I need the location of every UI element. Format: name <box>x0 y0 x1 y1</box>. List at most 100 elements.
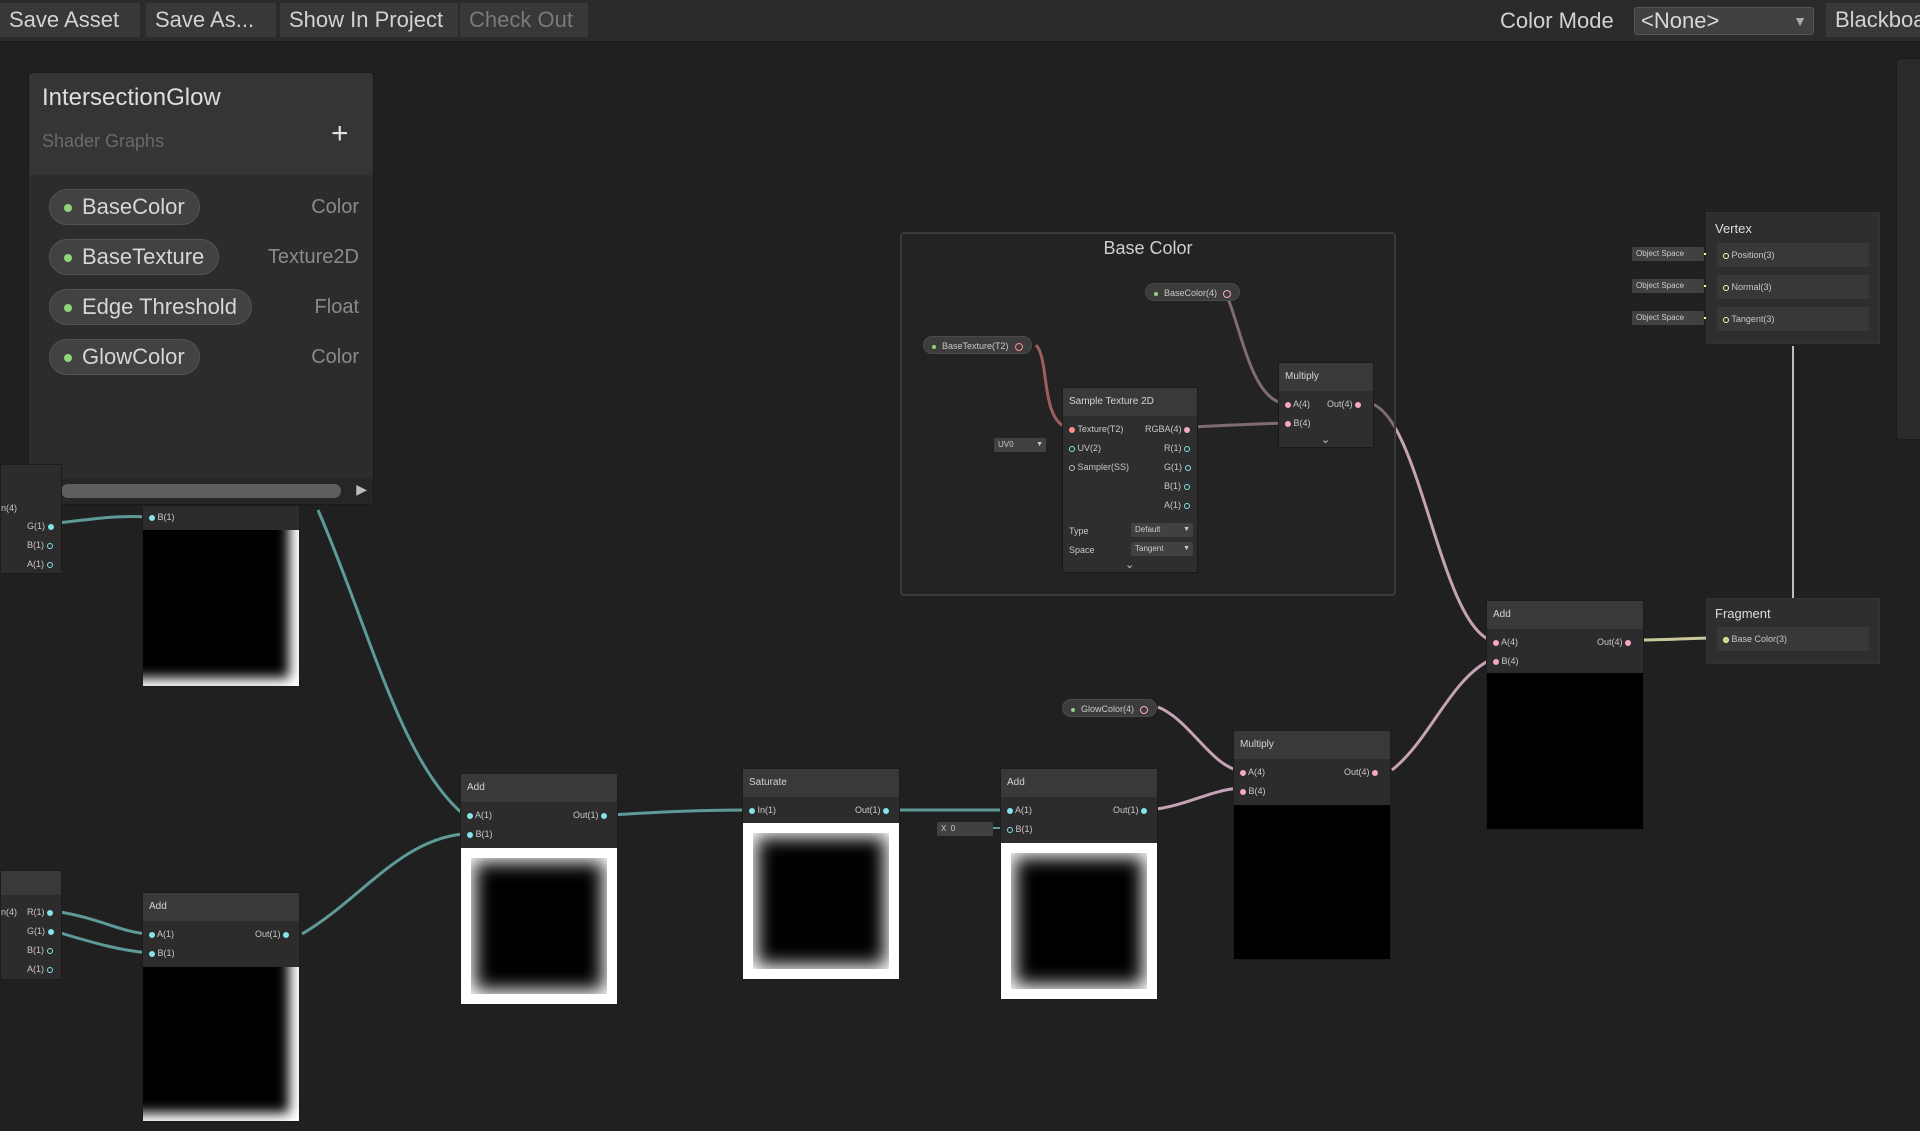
port-dot-icon <box>467 812 473 819</box>
port-a[interactable]: A(1) <box>27 559 53 569</box>
port-g[interactable]: G(1) <box>1164 462 1191 472</box>
port-dot-icon <box>601 812 608 819</box>
port-out[interactable]: Out(1) <box>855 805 890 815</box>
sample-texture-2d-node[interactable]: Sample Texture 2D Texture(T2) UV(2) Samp… <box>1062 387 1198 573</box>
scrollbar-thumb[interactable] <box>61 484 341 498</box>
property-name: BaseColor <box>82 194 185 219</box>
exposed-dot-icon <box>1071 707 1075 712</box>
horizontal-scrollbar[interactable]: ◀ ▶ <box>29 478 373 504</box>
property-type: Texture2D <box>267 246 359 268</box>
add-node-final[interactable]: Add A(4) B(4) Out(4) <box>1486 600 1644 830</box>
type-label: Type <box>1069 526 1089 536</box>
port-a[interactable]: A(1) <box>149 929 174 939</box>
add-node-bottom-left[interactable]: Add A(1) B(1) Out(1) <box>142 892 300 1122</box>
blackboard-title: IntersectionGlow <box>42 84 221 111</box>
add-property-button[interactable]: + <box>331 117 349 151</box>
port-r[interactable]: R(1) <box>1164 443 1191 453</box>
port-out[interactable]: Out(4) <box>1344 767 1379 777</box>
property-row-glowcolor[interactable]: GlowColor Color <box>49 339 359 375</box>
add-node-middle[interactable]: Add A(1) B(1) Out(1) <box>460 773 618 1005</box>
port-out[interactable]: Out(4) <box>1327 399 1362 409</box>
port-uv[interactable]: UV(2) <box>1069 443 1101 453</box>
base-color-block[interactable]: Base Color(3) <box>1717 627 1869 651</box>
chevron-down-icon: ▼ <box>1183 526 1190 533</box>
property-row-basecolor[interactable]: BaseColor Color <box>49 189 359 225</box>
position-block[interactable]: Position(3) <box>1717 243 1869 267</box>
port-sampler[interactable]: Sampler(SS) <box>1069 462 1129 472</box>
port-out[interactable]: Out(1) <box>573 810 608 820</box>
space-dropdown[interactable]: Tangent ▼ <box>1131 542 1193 556</box>
port-a[interactable]: A(4) <box>1285 399 1310 409</box>
split-node-top-partial[interactable]: n(4) G(1) B(1) A(1) <box>0 464 62 574</box>
basetexture-property-node[interactable]: BaseTexture(T2) <box>923 336 1032 354</box>
property-pill[interactable]: GlowColor <box>49 339 200 375</box>
port-dot-icon <box>1723 636 1729 643</box>
property-name: GlowColor <box>82 344 185 369</box>
node-preview <box>143 530 299 686</box>
fragment-stack[interactable]: Fragment Base Color(3) <box>1706 598 1880 664</box>
port-b[interactable]: B(1) <box>467 829 493 839</box>
port-in[interactable]: In(1) <box>749 805 776 815</box>
port-b[interactable]: B(1) <box>149 512 175 522</box>
port-rgba[interactable]: RGBA(4) <box>1145 424 1191 434</box>
basecolor-property-node[interactable]: BaseColor(4) <box>1145 283 1241 301</box>
property-pill[interactable]: BaseColor <box>49 189 200 225</box>
port-b[interactable]: B(4) <box>1240 786 1266 796</box>
exposed-dot-icon <box>64 204 72 212</box>
object-space-tangent[interactable]: Object Space <box>1632 311 1704 325</box>
graph-inspector-panel-partial[interactable] <box>1896 58 1920 440</box>
port-dot-icon <box>47 523 54 530</box>
port-a[interactable]: A(1) <box>1164 500 1190 510</box>
node-partial-top-left[interactable]: B(1) <box>142 505 300 687</box>
node-preview <box>1001 843 1157 999</box>
port-a[interactable]: A(4) <box>1493 637 1518 647</box>
port-b[interactable]: B(4) <box>1493 656 1519 666</box>
port-b[interactable]: B(1) <box>1164 481 1190 491</box>
node-preview <box>1487 673 1643 829</box>
port-out[interactable]: Out(1) <box>255 929 290 939</box>
glowcolor-property-node[interactable]: GlowColor(4) <box>1062 699 1158 717</box>
port-a[interactable]: A(4) <box>1240 767 1265 777</box>
port-r[interactable]: R(1) <box>27 907 54 917</box>
port-dot-icon <box>1140 705 1149 714</box>
port-a[interactable]: A(1) <box>27 964 53 974</box>
port-out[interactable]: Out(1) <box>1113 805 1148 815</box>
property-pill[interactable]: BaseTexture <box>49 239 220 275</box>
expand-chevron-icon[interactable]: ⌄ <box>1321 433 1330 446</box>
type-dropdown[interactable]: Default ▼ <box>1131 523 1193 537</box>
object-space-position[interactable]: Object Space <box>1632 247 1704 261</box>
port-label: n(4) <box>1 503 18 513</box>
port-dot-icon <box>1493 658 1499 665</box>
object-space-normal[interactable]: Object Space <box>1632 279 1704 293</box>
port-dot-icon <box>1007 807 1013 814</box>
port-a[interactable]: A(1) <box>467 810 492 820</box>
port-dot-icon <box>1240 769 1246 776</box>
multiply-node-top[interactable]: Multiply A(4) B(4) Out(4) ⌄ <box>1278 362 1374 448</box>
multiply-node-bottom[interactable]: Multiply A(4) B(4) Out(4) <box>1233 730 1391 960</box>
port-dot-icon <box>47 909 54 916</box>
property-row-basetexture[interactable]: BaseTexture Texture2D <box>49 239 359 275</box>
port-b[interactable]: B(1) <box>27 945 53 955</box>
tangent-block[interactable]: Tangent(3) <box>1717 307 1869 331</box>
property-pill[interactable]: Edge Threshold <box>49 289 252 325</box>
port-g[interactable]: G(1) <box>27 926 54 936</box>
saturate-node[interactable]: Saturate In(1) Out(1) <box>742 768 900 980</box>
port-out[interactable]: Out(4) <box>1597 637 1632 647</box>
vertex-stack[interactable]: Vertex Position(3) Normal(3) Tangent(3) <box>1706 212 1880 344</box>
scroll-right-icon[interactable]: ▶ <box>356 481 367 498</box>
normal-block[interactable]: Normal(3) <box>1717 275 1869 299</box>
port-g[interactable]: G(1) <box>27 521 54 531</box>
port-a[interactable]: A(1) <box>1007 805 1032 815</box>
split-node-bottom-partial[interactable]: n(4) R(1) G(1) B(1) A(1) <box>0 870 62 980</box>
port-b[interactable]: B(4) <box>1285 418 1311 428</box>
expand-chevron-icon[interactable]: ⌄ <box>1125 558 1134 571</box>
x-value-field[interactable]: X 0 <box>937 822 993 836</box>
port-b[interactable]: B(1) <box>149 948 175 958</box>
add-node-right[interactable]: Add A(1) B(1) Out(1) <box>1000 768 1158 1000</box>
uv-channel-dropdown[interactable]: UV0 ▼ <box>994 438 1046 452</box>
port-b[interactable]: B(1) <box>27 540 53 550</box>
property-row-edge-threshold[interactable]: Edge Threshold Float <box>49 289 359 325</box>
port-texture[interactable]: Texture(T2) <box>1069 424 1123 434</box>
port-dot-icon <box>149 931 155 938</box>
port-b[interactable]: B(1) <box>1007 824 1033 834</box>
